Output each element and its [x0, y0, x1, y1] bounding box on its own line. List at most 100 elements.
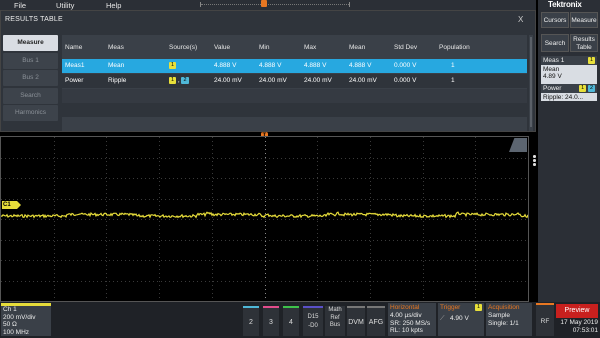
cell-meas: Ripple [108, 77, 127, 84]
cell-population: 1 [451, 62, 455, 69]
cell-value: 24.00 mV [214, 77, 242, 84]
col-max[interactable]: Max [304, 44, 316, 51]
tab-measure[interactable]: Measure [3, 35, 58, 51]
horizontal-title: Horizontal [390, 304, 420, 311]
ch1-title: Ch 1 [3, 306, 17, 313]
tektronix-logo: Tektronix [548, 0, 582, 9]
ch1-badge[interactable]: Ch 1 200 mV/div 50 Ω 100 MHz [1, 303, 51, 336]
col-value[interactable]: Value [214, 44, 230, 51]
power-title: Power [543, 85, 562, 92]
table-scrollbar[interactable] [529, 35, 533, 131]
ref-label: Ref [330, 314, 340, 321]
col-name[interactable]: Name [65, 44, 82, 51]
table-row[interactable]: Power Ripple 1 , 2 24.00 mV 24.00 mV 24.… [62, 74, 527, 88]
cell-sources: 1 [169, 62, 177, 69]
trigger-source-chip: 1 [474, 304, 482, 311]
ch4-button[interactable]: 4 [283, 306, 299, 336]
table-row-empty [62, 89, 527, 103]
source-chip-2: 2 [181, 77, 189, 84]
digital-channels-button[interactable]: D15 -D0 [303, 306, 323, 336]
math-ref-bus-button[interactable]: Math Ref Bus [325, 306, 345, 336]
acquisition-mode: Sample [488, 312, 511, 319]
cell-std-dev: 0.000 V [394, 62, 417, 69]
digital-high-label: D15 [307, 314, 319, 320]
tab-harmonics[interactable]: Harmonics [3, 105, 58, 121]
table-row-empty [62, 103, 527, 117]
waveform-view[interactable]: C1 [0, 136, 529, 302]
cell-max: 24.00 mV [304, 77, 332, 84]
time-text: 07:53:01 [572, 326, 598, 334]
ch1-trace [1, 211, 528, 219]
cell-std-dev: 0.000 V [394, 77, 417, 84]
meas1-badge-header: Meas 1 1 [541, 56, 597, 65]
cell-value: 4.888 V [214, 62, 237, 69]
cell-min: 24.00 mV [259, 77, 287, 84]
close-icon[interactable]: X [518, 15, 523, 24]
cell-name: Power [65, 77, 84, 84]
cell-name: Meas1 [65, 62, 85, 69]
date-time: 17 May 2019 07:53:01 [556, 319, 598, 334]
horizontal-record-length: RL: 10 kpts [390, 327, 423, 334]
record-timeline[interactable] [200, 2, 350, 7]
menu-utility[interactable]: Utility [56, 1, 74, 10]
col-population[interactable]: Population [439, 44, 470, 51]
acquisition-badge[interactable]: Acquisition Sample Single: 1/1 [486, 303, 532, 336]
ch1-level-tag[interactable]: C1 [2, 201, 21, 209]
preview-button[interactable]: Preview [556, 304, 598, 318]
tab-bus-2[interactable]: Bus 2 [3, 70, 58, 86]
power-badge[interactable]: Power 1 2 Ripple: 24.0... [541, 84, 597, 101]
trigger-title-row: Trigger 1 [438, 303, 484, 312]
timeline-trigger-marker [261, 0, 267, 7]
cell-min: 4.888 V [259, 62, 282, 69]
ch1-scale: 200 mV/div [3, 313, 36, 321]
power-badge-header: Power 1 2 [541, 84, 597, 93]
col-mean[interactable]: Mean [349, 44, 365, 51]
ch1-impedance: 50 Ω [3, 321, 17, 328]
horizontal-sample-rate: SR: 250 MS/s [390, 319, 431, 327]
digital-low-label: -D0 [308, 323, 318, 329]
table-header: Name Meas Source(s) Value Min Max Mean S… [62, 35, 527, 57]
col-sources[interactable]: Source(s) [169, 44, 197, 51]
results-side-tabs: Measure Bus 1 Bus 2 Search Harmonics [3, 35, 60, 130]
horizontal-badge[interactable]: Horizontal 4.00 µs/div SR: 250 MS/s RL: … [388, 303, 436, 336]
waveform-graticule [1, 137, 528, 301]
source-chip-1: 1 [169, 77, 177, 84]
menu-help[interactable]: Help [106, 1, 121, 10]
rf-button[interactable]: RF [536, 303, 554, 336]
acquisition-count: Single: 1/1 [488, 319, 519, 327]
col-std-dev[interactable]: Std Dev [394, 44, 417, 51]
ch3-button[interactable]: 3 [263, 306, 279, 336]
cell-max: 4.888 V [304, 62, 327, 69]
menu-file[interactable]: File [14, 1, 26, 10]
math-label: Math [328, 307, 342, 313]
ch1-bandwidth: 100 MHz [3, 328, 30, 336]
tab-search[interactable]: Search [3, 87, 58, 104]
afg-button[interactable]: AFG [367, 306, 385, 336]
results-table-title: RESULTS TABLE [5, 16, 63, 23]
cell-meas: Mean [108, 62, 125, 69]
horizontal-scale: 4.00 µs/div [390, 312, 422, 319]
meas1-value: 4.89 V [543, 73, 562, 80]
results-table-button[interactable]: Results Table [570, 34, 598, 52]
table-row[interactable]: Meas1 Mean 1 4.888 V 4.888 V 4.888 V 4.8… [62, 59, 527, 73]
trigger-title: Trigger [440, 304, 461, 311]
cursors-button[interactable]: Cursors [541, 12, 569, 28]
col-meas[interactable]: Meas [108, 44, 124, 51]
power-source-chip-2: 2 [587, 84, 595, 92]
trigger-badge[interactable]: Trigger 1 ⟋ 4.90 V [438, 303, 484, 336]
dvm-button[interactable]: DVM [347, 306, 365, 336]
measure-button[interactable]: Measure [570, 12, 598, 28]
ch2-button[interactable]: 2 [243, 306, 259, 336]
meas1-label: Mean [543, 66, 560, 73]
col-min[interactable]: Min [259, 44, 269, 51]
meas1-badge[interactable]: Meas 1 1 Mean 4.89 V [541, 56, 597, 84]
date-text: 17 May 2019 [560, 319, 598, 326]
cell-population: 1 [451, 77, 455, 84]
bus-label: Bus [329, 322, 341, 328]
meas1-source-chip: 1 [587, 57, 595, 64]
more-options-icon[interactable] [533, 155, 537, 167]
search-button[interactable]: Search [541, 34, 569, 52]
trigger-level-row: ⟋ 4.90 V [438, 312, 484, 323]
results-table: Name Meas Source(s) Value Min Max Mean S… [62, 35, 527, 131]
tab-bus-1[interactable]: Bus 1 [3, 52, 58, 69]
